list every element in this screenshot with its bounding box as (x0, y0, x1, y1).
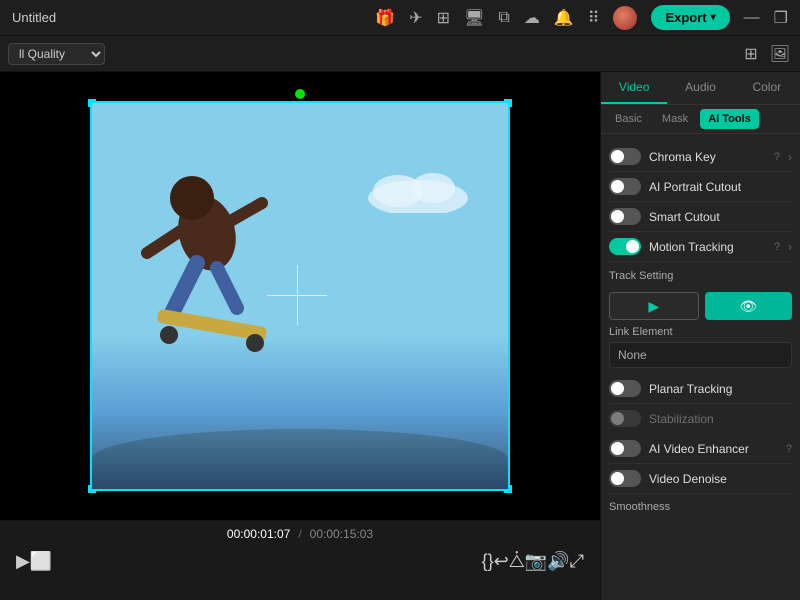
motion-tracking-help-icon[interactable]: ? (774, 241, 780, 253)
rotation-handle[interactable] (295, 89, 305, 99)
canvas-area: 00:00:01:07 / 00:00:15:03 ▶ ⬜ { } ↩ ⧊ 📷 … (0, 72, 600, 600)
track-buttons: ▶ 👁 (609, 292, 792, 320)
link-element-label: Link Element (609, 326, 792, 338)
chroma-key-row: Chroma Key ? › (609, 142, 792, 172)
split-icon[interactable]: ⧊ (509, 551, 525, 572)
tab-color[interactable]: Color (734, 72, 800, 104)
video-image (92, 103, 508, 489)
chroma-key-toggle[interactable] (609, 148, 641, 165)
export-arrow-icon: ▾ (711, 12, 716, 23)
quality-select[interactable]: ll Quality Full Quality Half Quality (8, 43, 105, 65)
stabilization-row: Stabilization (609, 404, 792, 434)
motion-tracking-toggle[interactable] (609, 238, 641, 255)
bell-icon[interactable]: 🔔 (554, 8, 574, 28)
crosshair (267, 265, 327, 325)
timeline: 00:00:01:07 / 00:00:15:03 ▶ ⬜ { } ↩ ⧊ 📷 … (0, 520, 600, 600)
panel-tabs: Video Audio Color (601, 72, 800, 105)
app-title: Untitled (12, 10, 56, 25)
grid-view-icon[interactable]: ⊞ (742, 42, 759, 66)
main-layout: 00:00:01:07 / 00:00:15:03 ▶ ⬜ { } ↩ ⧊ 📷 … (0, 72, 800, 600)
stop-button[interactable]: ⬜ (30, 551, 52, 572)
maximize-button[interactable]: ❐ (774, 8, 788, 28)
ai-portrait-row: AI Portrait Cutout (609, 172, 792, 202)
cloud-icon[interactable]: ☁ (524, 8, 540, 28)
smart-cutout-label: Smart Cutout (649, 210, 792, 224)
ai-portrait-toggle[interactable] (609, 178, 641, 195)
video-container (0, 72, 600, 520)
video-denoise-label: Video Denoise (649, 472, 792, 486)
tab-audio[interactable]: Audio (667, 72, 733, 104)
toolbar: ll Quality Full Quality Half Quality ⊞ 🖼 (0, 36, 800, 72)
plane-icon[interactable]: ✈ (409, 8, 422, 28)
play-button[interactable]: ▶ (16, 551, 30, 572)
right-panel: Video Audio Color Basic Mask AI Tools Ch… (600, 72, 800, 600)
link-element-section: Link Element None (609, 326, 792, 368)
titlebar: Untitled 🎁 ✈ ⊞ 🖥 ⧉ ☁ 🔔 ⠿ Export ▾ — ❐ (0, 0, 800, 36)
subtab-mask[interactable]: Mask (654, 109, 696, 129)
link-element-value[interactable]: None (609, 342, 792, 368)
sub-tabs: Basic Mask AI Tools (601, 105, 800, 134)
track-play-button[interactable]: ▶ (609, 292, 699, 320)
subtab-basic[interactable]: Basic (607, 109, 650, 129)
smart-cutout-row: Smart Cutout (609, 202, 792, 232)
smart-cutout-toggle[interactable] (609, 208, 641, 225)
motion-tracking-chevron-icon: › (788, 240, 792, 254)
skater-svg (117, 123, 317, 403)
planar-tracking-toggle[interactable] (609, 380, 641, 397)
smoothness-section: Smoothness (609, 494, 792, 517)
ai-video-enhancer-row: AI Video Enhancer ? (609, 434, 792, 464)
chroma-key-help-icon[interactable]: ? (774, 151, 780, 163)
image-icon[interactable]: 🖼 (768, 42, 792, 66)
grid-icon[interactable]: ⊞ (437, 8, 450, 28)
planar-tracking-label: Planar Tracking (649, 382, 792, 396)
current-time: 00:00:01:07 (227, 527, 290, 541)
time-separator: / (298, 527, 301, 541)
audio-icon[interactable]: 🔊 (547, 551, 569, 572)
layers-icon[interactable]: ⧉ (498, 9, 509, 27)
ai-video-enhancer-label: AI Video Enhancer (649, 442, 778, 456)
snapshot-icon[interactable]: 📷 (525, 551, 547, 572)
planar-tracking-row: Planar Tracking (609, 374, 792, 404)
motion-tracking-label: Motion Tracking (649, 240, 766, 254)
track-eye-icon: 👁 (739, 298, 757, 315)
track-setting-section: Track Setting ▶ 👁 (609, 262, 792, 320)
motion-tracking-row: Motion Tracking ? › (609, 232, 792, 262)
track-play-icon: ▶ (648, 298, 659, 315)
tab-video[interactable]: Video (601, 72, 667, 104)
timeline-controls: ▶ ⬜ { } ↩ ⧊ 📷 🔊 ⤢ (0, 547, 600, 576)
video-denoise-toggle[interactable] (609, 470, 641, 487)
monitor-icon[interactable]: 🖥 (464, 8, 484, 28)
chroma-key-label: Chroma Key (649, 150, 766, 164)
panel-content: Chroma Key ? › AI Portrait Cutout Smart … (601, 134, 800, 600)
ripple-icon[interactable]: ↩ (494, 551, 509, 572)
ground (92, 429, 508, 489)
titlebar-icons: 🎁 ✈ ⊞ 🖥 ⧉ ☁ 🔔 ⠿ Export ▾ — ❐ (375, 5, 788, 30)
ai-video-enhancer-help-icon[interactable]: ? (786, 443, 792, 455)
avatar[interactable] (613, 6, 637, 30)
stabilization-label: Stabilization (649, 412, 792, 426)
track-setting-title: Track Setting (609, 262, 792, 286)
ai-portrait-label: AI Portrait Cutout (649, 180, 792, 194)
track-eye-button[interactable]: 👁 (705, 292, 793, 320)
ai-video-enhancer-toggle[interactable] (609, 440, 641, 457)
minimize-button[interactable]: — (744, 9, 760, 27)
export-button[interactable]: Export ▾ (651, 5, 729, 30)
cloud-svg (358, 163, 478, 213)
timeline-time: 00:00:01:07 / 00:00:15:03 (0, 521, 600, 547)
apps-icon[interactable]: ⠿ (588, 8, 600, 28)
subtab-aitools[interactable]: AI Tools (700, 109, 759, 129)
smoothness-label: Smoothness (609, 493, 670, 517)
gift-icon[interactable]: 🎁 (375, 8, 395, 28)
video-denoise-row: Video Denoise (609, 464, 792, 494)
video-frame (90, 101, 510, 491)
fullscreen-icon[interactable]: ⤢ (570, 551, 584, 572)
stabilization-toggle[interactable] (609, 410, 641, 427)
chroma-key-chevron-icon: › (788, 150, 792, 164)
total-time: 00:00:15:03 (310, 527, 373, 541)
